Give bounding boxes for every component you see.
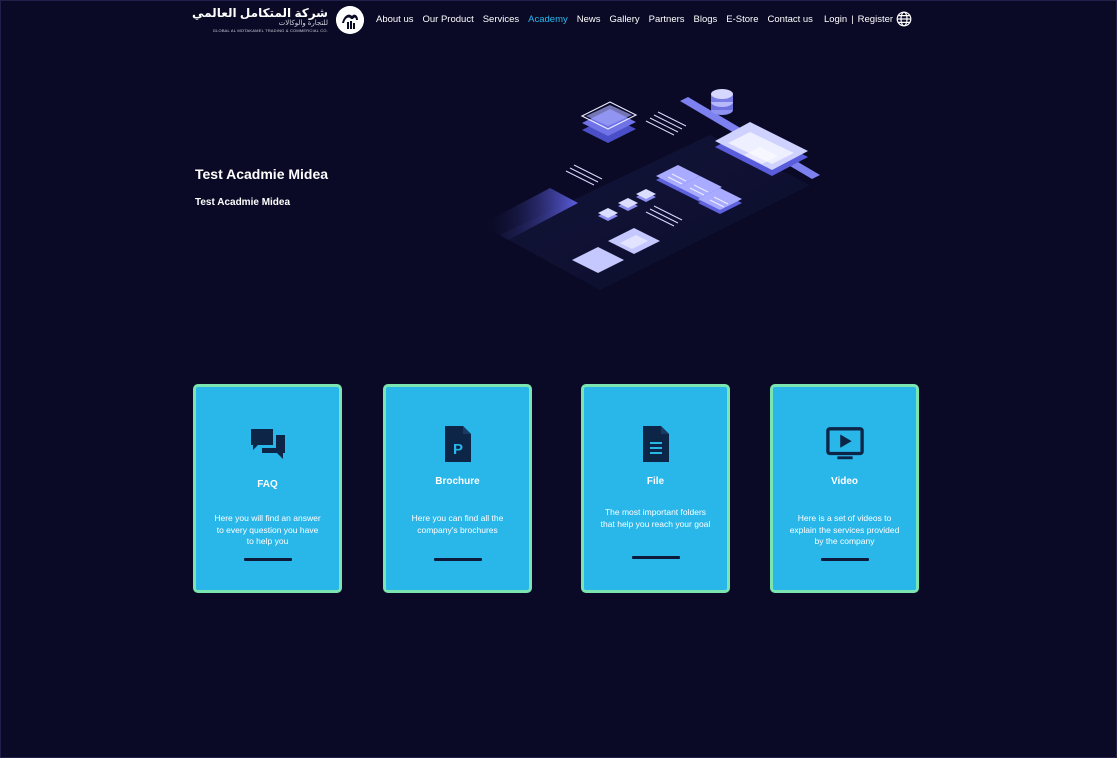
card-underline	[631, 556, 680, 559]
card-title: Video	[830, 476, 859, 487]
hero-subtitle: Test Acadmie Midea	[195, 197, 291, 208]
card-description: The most important folders that help you…	[600, 507, 711, 529]
logo-english-line: GLOBAL AL MOTAKAMEL TRADING & COMMERCIAL…	[212, 27, 328, 33]
isometric-illustration	[460, 85, 840, 300]
logo-mark-icon	[335, 6, 364, 34]
card-description: Here you can find all the company's broc…	[411, 513, 504, 535]
nav-partners[interactable]: Partners	[649, 14, 685, 25]
nav-our-product[interactable]: Our Product	[423, 14, 474, 25]
login-link[interactable]: Login	[824, 14, 847, 25]
logo-arabic-subtitle: للتجارة والوكالات	[278, 19, 328, 27]
nav-gallery[interactable]: Gallery	[610, 14, 640, 25]
document-icon	[637, 425, 675, 463]
card-video[interactable]: Video Here is a set of videos to explain…	[770, 384, 919, 593]
auth-links: Login | Register	[824, 14, 893, 25]
card-underline	[433, 558, 482, 561]
card-title: File	[646, 476, 665, 487]
nav-about-us[interactable]: About us	[376, 14, 414, 25]
company-logo[interactable]: شركة المتكامل العالمي للتجارة والوكالات …	[192, 6, 364, 34]
video-play-icon	[825, 425, 864, 463]
svg-text:P: P	[452, 441, 462, 458]
nav-contact-us[interactable]: Contact us	[768, 14, 813, 25]
register-link[interactable]: Register	[858, 14, 893, 25]
main-nav: About us Our Product Services Academy Ne…	[376, 14, 893, 25]
card-brochure[interactable]: P Brochure Here you can find all the com…	[383, 384, 532, 593]
auth-separator: |	[851, 14, 854, 25]
card-title: FAQ	[257, 479, 278, 490]
card-faq[interactable]: FAQ Here you will find an answer to ever…	[193, 384, 342, 593]
logo-arabic-title: شركة المتكامل العالمي	[192, 5, 328, 20]
card-title: Brochure	[435, 476, 480, 487]
chat-bubbles-icon	[249, 425, 287, 463]
brochure-file-icon: P	[439, 425, 477, 463]
nav-blogs[interactable]: Blogs	[694, 14, 718, 25]
card-description: Here is a set of videos to explain the s…	[789, 513, 900, 546]
globe-icon[interactable]	[896, 11, 912, 27]
card-description: Here you will find an answer to every qu…	[214, 513, 321, 546]
card-file[interactable]: File The most important folders that hel…	[581, 384, 730, 593]
nav-e-store[interactable]: E-Store	[726, 14, 758, 25]
nav-news[interactable]: News	[577, 14, 601, 25]
nav-services[interactable]: Services	[483, 14, 519, 25]
logo-text: شركة المتكامل العالمي للتجارة والوكالات …	[192, 5, 328, 34]
nav-academy[interactable]: Academy	[528, 14, 568, 25]
card-underline	[243, 558, 292, 561]
hero-title: Test Acadmie Midea	[195, 166, 329, 182]
card-underline	[820, 558, 869, 561]
